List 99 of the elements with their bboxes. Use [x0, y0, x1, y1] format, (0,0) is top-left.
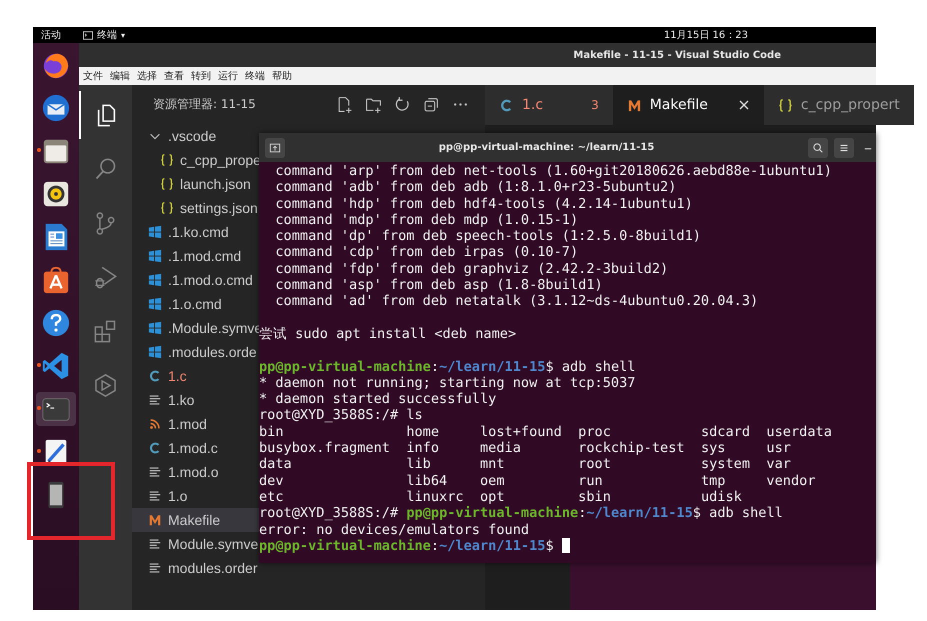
menu-item[interactable]: 运行	[218, 69, 238, 83]
window-title: Makefile - 11-15 - Visual Studio Code	[573, 50, 781, 60]
windows-icon	[148, 297, 162, 311]
terminal-line: pp@pp-virtual-machine:~/learn/11-15$ adb shell	[259, 358, 636, 375]
c-letter-icon	[148, 441, 162, 455]
text-lines-icon	[148, 393, 162, 407]
file-tree-item[interactable]: 1.mod	[132, 412, 259, 436]
terminal-line: command 'arp' from deb net-tools (1.60+git20180626.aebd88e-1ubuntu1)	[274, 163, 833, 180]
windows-icon	[148, 321, 162, 335]
file-tree-item[interactable]: 1.mod.c	[132, 436, 259, 460]
terminal-line: command 'ad' from deb netatalk (3.1.12~ds-4ubuntu0.20.04.3)	[274, 293, 760, 310]
file-tree-item[interactable]: 1.mod.o	[132, 460, 259, 484]
braces-icon	[160, 153, 174, 167]
rss-icon	[148, 417, 162, 431]
terminal-line: root@XYD_3588S:/# ls	[259, 407, 424, 424]
file-tree-item[interactable]: .1.mod.o.cmd	[132, 268, 259, 292]
new-tab-button[interactable]	[265, 138, 285, 158]
windows-icon	[148, 225, 162, 239]
terminal-line: root@XYD_3588S:/# pp@pp-virtual-machine:~/learn/11-15$ adb shell	[259, 505, 784, 522]
terminal-line: pp@pp-virtual-machine:~/learn/11-15$	[259, 538, 876, 554]
file-tree-item[interactable]: .Module.symve	[132, 316, 259, 340]
m-letter-icon	[626, 98, 642, 112]
braces-icon	[778, 98, 793, 112]
c-letter-icon	[499, 98, 514, 112]
menu-item[interactable]: 帮助	[272, 69, 292, 83]
terminal-line: command 'adb' from deb adb (1:8.1.0+r23-5ubuntu2)	[274, 179, 678, 196]
running-dot	[37, 148, 41, 152]
file-tree-item[interactable]: 1.c	[132, 364, 259, 388]
search-button[interactable]	[808, 138, 828, 158]
m-letter-icon	[148, 513, 162, 527]
running-dot	[37, 363, 41, 367]
file-tree-item[interactable]: .1.ko.cmd	[132, 220, 259, 244]
file-tree-item[interactable]: 1.o	[132, 484, 259, 508]
menu-item[interactable]: 转到	[191, 69, 211, 83]
new-tab-icon	[269, 142, 281, 154]
windows-icon	[148, 273, 162, 287]
terminal-line: busybox.fragment info media rockchip-test sys usr	[259, 440, 792, 456]
close-icon[interactable]	[738, 99, 750, 111]
file-tree-item[interactable]: Makefile	[132, 508, 259, 532]
new-file-icon[interactable]	[336, 96, 353, 113]
braces-icon	[160, 177, 174, 191]
hexagon-icon[interactable]	[92, 372, 119, 398]
running-dot	[37, 449, 41, 453]
explorer-title: 资源管理器: 11-15	[153, 96, 256, 113]
text-lines-icon	[148, 465, 162, 479]
activities-button[interactable]: 活动	[41, 28, 61, 42]
terminal-line: command 'mdp' from deb mdp (1.0.15-1)	[274, 212, 580, 228]
windows-icon	[148, 249, 162, 263]
menu-item[interactable]: 文件	[83, 69, 103, 83]
terminal-icon	[83, 30, 93, 40]
terminal-line: dev lib64 oem run tmp vendor	[259, 472, 817, 489]
text-lines-icon	[148, 489, 162, 503]
file-tree-item[interactable]: .1.mod.cmd	[132, 244, 259, 268]
terminal-line: command 'asp' from deb asp (1.8-8build1)	[274, 277, 604, 294]
running-dot	[37, 406, 41, 410]
file-tree-item[interactable]: 1.ko	[132, 388, 259, 412]
file-tree-item[interactable]: settings.json	[132, 196, 259, 220]
menu-button[interactable]	[834, 138, 854, 158]
menu-item[interactable]: 编辑	[110, 69, 130, 83]
shopping-bag-icon	[41, 265, 71, 295]
menu-item[interactable]: 查看	[164, 69, 184, 83]
file-tree-item[interactable]: modules.order	[132, 556, 259, 580]
search-icon	[812, 142, 824, 154]
menu-item[interactable]: 终端	[245, 69, 265, 83]
terminal-line: data lib mnt root system var	[259, 456, 792, 473]
file-tree-item[interactable]: Module.symve	[132, 532, 259, 556]
menu-item[interactable]: 选择	[137, 69, 157, 83]
c-letter-icon	[148, 369, 162, 383]
braces-icon	[160, 201, 174, 215]
terminal-line: command 'dp' from deb speech-tools (1:2.5.0-8build1)	[274, 228, 702, 244]
terminal-line: etc linuxrc opt sbin udisk	[259, 488, 743, 506]
app-menu[interactable]: 终端 ▾	[83, 28, 126, 42]
file-tree-item[interactable]: .1.o.cmd	[132, 292, 259, 316]
editor-tab[interactable]: c_cpp_propert	[764, 85, 914, 125]
help-icon	[41, 308, 71, 338]
file-tree-item[interactable]: .modules.orde	[132, 340, 259, 364]
code-editor-icon	[41, 351, 71, 381]
terminal-line: * daemon started successfully	[259, 391, 498, 408]
file-tree-item[interactable]: c_cpp_prope	[132, 148, 259, 172]
terminal-line: command 'fdp' from deb graphviz (2.42.2-3build2)	[274, 260, 670, 278]
new-folder-icon[interactable]	[364, 96, 382, 113]
terminal-line: * daemon not running; starting now at tcp:5037	[259, 374, 636, 392]
clock[interactable]: 11月15日 16：23	[664, 28, 748, 42]
text-lines-icon	[148, 537, 162, 551]
terminal-line: 尝试 sudo apt install <deb name>	[259, 324, 518, 342]
file-tree-item[interactable]: launch.json	[132, 172, 259, 196]
terminal-line: error: no devices/emulators found	[259, 522, 530, 538]
terminal-line: bin home lost+found proc sdcard userdata	[259, 424, 833, 440]
file-tree-item[interactable]: .vscode	[132, 124, 259, 148]
speaker-icon	[41, 179, 71, 209]
terminal-line: command 'hdp' from deb hdf4-tools (4.2.14-1ubuntu1)	[274, 196, 694, 212]
terminal-title: pp@pp-virtual-machine: ~/learn/11-15	[438, 142, 656, 153]
collapse-icon[interactable]	[422, 96, 440, 113]
windows-icon	[148, 345, 162, 359]
text-lines-icon	[148, 561, 162, 575]
refresh-icon[interactable]	[394, 96, 411, 113]
terminal-line: command 'cdp' from deb irpas (0.10-7)	[274, 244, 580, 261]
editor-tab[interactable]: 1.c 3	[485, 85, 613, 125]
editor-tab[interactable]: Makefile	[612, 85, 764, 125]
